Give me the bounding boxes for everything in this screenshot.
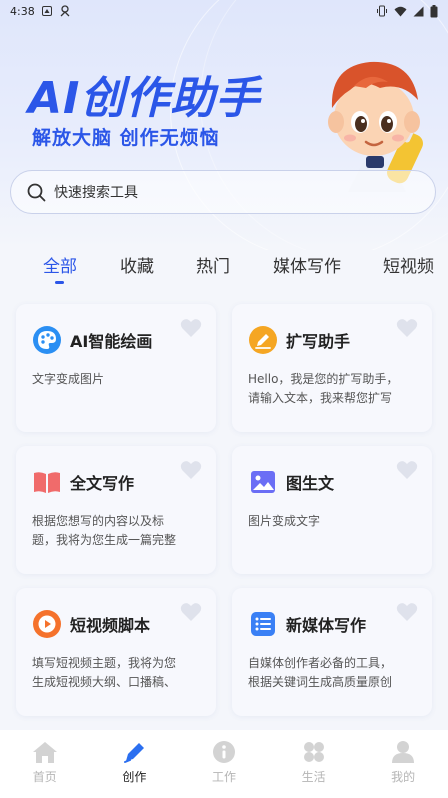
- pencil-icon: [248, 325, 278, 355]
- nav-label: 创作: [122, 770, 147, 784]
- tool-description: 填写短视频主题，我将为您 生成短视频大纲、口播稿、: [32, 656, 177, 689]
- nav-label: 我的: [391, 770, 416, 784]
- nav-home[interactable]: 首页: [0, 730, 90, 798]
- favorite-heart-icon[interactable]: [180, 602, 202, 622]
- status-bar: 4:38: [0, 0, 448, 22]
- favorite-heart-icon[interactable]: [396, 318, 418, 338]
- app-subtitle: 解放大脑 创作无烦恼: [32, 127, 220, 149]
- tool-description: 文字变成图片: [32, 372, 105, 386]
- tool-card-short-video-script[interactable]: 短视频脚本 填写短视频主题，我将为您 生成短视频大纲、口播稿、: [16, 588, 216, 716]
- tool-card-full-writing[interactable]: 全文写作 根据您想写的内容以及标 题，我将为您生成一篇完整: [16, 446, 216, 574]
- tool-card-ai-painting[interactable]: AI智能绘画 文字变成图片: [16, 304, 216, 432]
- tool-description: 自媒体创作者必备的工具， 根据关键词生成高质量原创: [248, 656, 393, 689]
- tool-name: 新媒体写作: [286, 616, 367, 635]
- wifi-icon: [394, 6, 407, 16]
- play-icon: [32, 609, 62, 639]
- favorite-heart-icon[interactable]: [396, 460, 418, 480]
- signal-icon: [413, 6, 424, 16]
- grid-icon: [303, 742, 324, 762]
- palette-icon: [32, 325, 62, 355]
- pen-icon: [124, 743, 145, 763]
- tool-card-image-to-text[interactable]: 图生文 图片变成文字: [232, 446, 432, 574]
- tab-all[interactable]: 全部: [43, 252, 77, 277]
- vibrate-icon: [377, 5, 387, 17]
- notification-icon: [41, 6, 52, 16]
- tool-name: 短视频脚本: [70, 616, 151, 635]
- nav-label: 生活: [301, 770, 326, 784]
- tool-name: 全文写作: [70, 474, 135, 493]
- list-icon: [248, 609, 278, 639]
- nav-work[interactable]: 工作: [179, 730, 269, 798]
- favorite-heart-icon[interactable]: [180, 460, 202, 480]
- app-notification-icon: [60, 5, 70, 17]
- search-bar[interactable]: 快速搜索工具: [10, 170, 436, 214]
- tool-card-new-media-writing[interactable]: 新媒体写作 自媒体创作者必备的工具， 根据关键词生成高质量原创: [232, 588, 432, 716]
- tool-description: 图片变成文字: [248, 514, 321, 528]
- tool-name: 扩写助手: [286, 332, 351, 351]
- active-tab-indicator: [55, 281, 64, 284]
- tab-favorites[interactable]: 收藏: [120, 252, 154, 277]
- clock: 4:38: [10, 4, 35, 18]
- nav-profile[interactable]: 我的: [358, 730, 448, 798]
- nav-label: 工作: [211, 770, 236, 784]
- nav-create[interactable]: 创作: [90, 730, 180, 798]
- tool-description: Hello，我是您的扩写助手， 请输入文本，我来帮您扩写: [248, 372, 399, 405]
- home-icon: [32, 742, 57, 763]
- battery-icon: [430, 4, 438, 17]
- tab-hot[interactable]: 热门: [196, 252, 230, 277]
- user-icon: [392, 741, 415, 763]
- favorite-heart-icon[interactable]: [180, 318, 202, 338]
- tool-card-expand-writing[interactable]: 扩写助手 Hello，我是您的扩写助手， 请输入文本，我来帮您扩写: [232, 304, 432, 432]
- nav-label: 首页: [32, 770, 57, 784]
- tab-media-writing[interactable]: 媒体写作: [273, 252, 341, 277]
- tool-name: 图生文: [286, 474, 335, 493]
- app-title: AI创作助手: [28, 73, 261, 124]
- nav-life[interactable]: 生活: [269, 730, 359, 798]
- bottom-navigation: 首页 创作 工作 生活 我的: [0, 730, 448, 798]
- image-icon: [248, 467, 278, 497]
- search-placeholder[interactable]: 快速搜索工具: [54, 182, 138, 202]
- search-icon: [27, 183, 46, 201]
- favorite-heart-icon[interactable]: [396, 602, 418, 622]
- tab-short-video[interactable]: 短视频: [383, 252, 434, 277]
- book-icon: [32, 467, 62, 497]
- tool-name: AI智能绘画: [70, 332, 153, 351]
- tool-description: 根据您想写的内容以及标 题，我将为您生成一篇完整: [32, 514, 177, 547]
- info-icon: [212, 741, 235, 763]
- category-tabs: 全部 收藏 热门 媒体写作 短视频: [0, 248, 448, 288]
